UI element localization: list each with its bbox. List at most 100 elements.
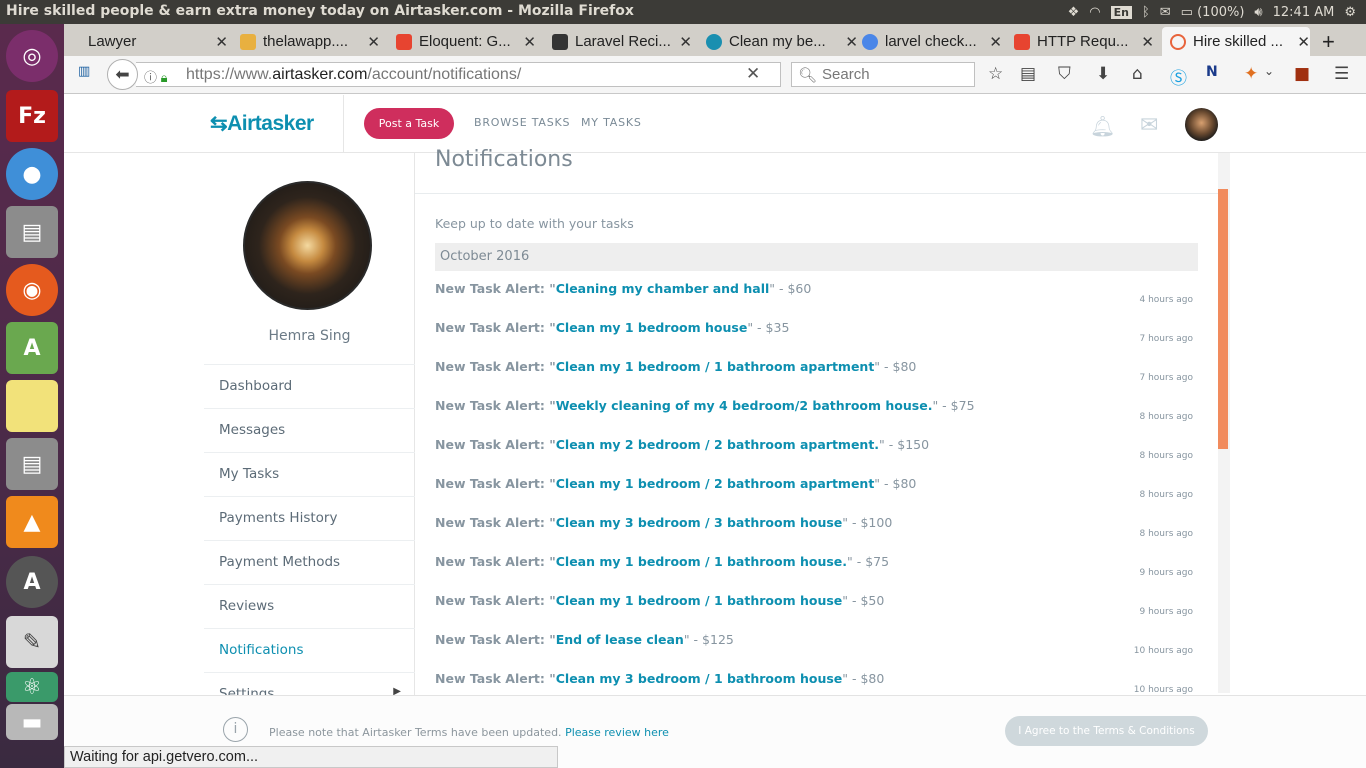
search-input[interactable]: 🔍︎ Search <box>791 62 975 87</box>
tab-hire-skilled[interactable]: Hire skilled ... ✕ <box>1162 27 1310 56</box>
task-link[interactable]: Weekly cleaning of my 4 bedroom/2 bathro… <box>556 398 933 413</box>
tab-thelawapp[interactable]: thelawapp.... ✕ <box>240 27 380 56</box>
downloads-icon[interactable]: ⬇ <box>1096 64 1110 84</box>
envelope-icon[interactable]: ✉ <box>1140 113 1158 138</box>
task-link[interactable]: Clean my 1 bedroom / 1 bathroom house. <box>556 554 847 569</box>
sidebar-item-label: Notifications <box>219 642 304 658</box>
extension-n-icon[interactable]: N <box>1206 64 1218 80</box>
site-info-icon[interactable]: ⓘ 🔒︎ <box>144 67 168 86</box>
task-link[interactable]: Clean my 1 bedroom / 1 bathroom apartmen… <box>556 359 875 374</box>
file-manager-2-icon[interactable]: ▤ <box>6 438 58 490</box>
skype-icon[interactable]: Ⓢ <box>1170 64 1187 89</box>
battery-indicator[interactable]: ▭ (100%) <box>1181 5 1245 20</box>
tab-favicon <box>240 33 256 50</box>
notification-row: New Task Alert: "Clean my 1 bedroom / 1 … <box>435 593 1198 632</box>
tab-close-icon[interactable]: ✕ <box>523 33 536 51</box>
new-tab-plus-icon[interactable]: + <box>1322 27 1342 56</box>
chromium-icon[interactable]: ● <box>6 148 58 200</box>
task-link[interactable]: End of lease clean <box>556 632 684 647</box>
file-manager-icon[interactable]: ▤ <box>6 206 58 258</box>
tab-close-icon[interactable]: ✕ <box>367 33 380 51</box>
tab-close-icon[interactable]: ✕ <box>215 33 228 51</box>
review-terms-link[interactable]: Please review here <box>565 726 669 739</box>
agree-terms-button[interactable]: I Agree to the Terms & Conditions <box>1005 716 1208 746</box>
bookmark-star-icon[interactable]: ☆ <box>988 64 1003 84</box>
tab-lawyer[interactable]: Lawyer ✕ <box>70 27 228 56</box>
text-editor-icon[interactable]: ✎ <box>6 616 58 668</box>
tab-close-icon[interactable]: ✕ <box>845 33 858 51</box>
disk-drive-icon[interactable]: ▬ <box>6 704 58 740</box>
sidebar-toolbar-icon[interactable]: ▥ <box>78 64 90 79</box>
stop-loading-icon[interactable]: ✕ <box>746 64 760 84</box>
tab-close-icon[interactable]: ✕ <box>1297 33 1310 51</box>
android-studio-icon[interactable]: A <box>6 322 58 374</box>
extension-square-icon[interactable]: ■ <box>1294 64 1310 84</box>
page-subtitle: Keep up to date with your tasks <box>435 216 634 231</box>
task-link[interactable]: Clean my 1 bedroom / 2 bathroom apartmen… <box>556 476 875 491</box>
task-link[interactable]: Clean my 2 bedroom / 2 bathroom apartmen… <box>556 437 879 452</box>
ubuntu-dash-icon[interactable]: ◎ <box>6 30 58 82</box>
tab-favicon <box>862 33 878 50</box>
notifications-panel: Notifications Keep up to date with your … <box>415 147 1218 695</box>
task-link[interactable]: Cleaning my chamber and hall <box>556 281 770 296</box>
clock[interactable]: 12:41 AM <box>1273 5 1335 20</box>
bell-icon[interactable]: 🔔︎ <box>1090 114 1115 138</box>
task-link[interactable]: Clean my 3 bedroom / 3 bathroom house <box>556 515 843 530</box>
dropbox-icon[interactable]: ❖ <box>1068 5 1080 20</box>
sidebar-item-messages[interactable]: Messages <box>204 408 415 452</box>
volume-icon[interactable]: 🔊︎ <box>1254 5 1262 20</box>
search-icon: 🔍︎ <box>798 66 818 84</box>
sticky-notes-icon[interactable] <box>6 380 58 432</box>
tab-larvel-check[interactable]: larvel check... ✕ <box>862 27 1002 56</box>
software-updater-icon[interactable]: A <box>6 556 58 608</box>
notification-prefix: New Task Alert: " <box>435 437 556 452</box>
reading-list-icon[interactable]: ▤ <box>1020 64 1036 84</box>
sidebar-item-reviews[interactable]: Reviews <box>204 584 415 628</box>
extension-fox-icon[interactable]: ✦ <box>1244 64 1258 84</box>
notification-row: New Task Alert: "End of lease clean" - $… <box>435 632 1198 671</box>
post-task-button[interactable]: Post a Task <box>364 108 454 139</box>
back-button[interactable]: ⬅ <box>107 59 138 90</box>
user-avatar[interactable] <box>1185 108 1218 141</box>
sidebar-item-my-tasks[interactable]: My Tasks <box>204 452 415 496</box>
notification-time: 9 hours ago <box>1139 568 1194 578</box>
chevron-down-icon[interactable]: ⌄ <box>1264 64 1274 78</box>
task-link[interactable]: Clean my 1 bedroom / 1 bathroom house <box>556 593 843 608</box>
vlc-icon[interactable]: ▲ <box>6 496 58 548</box>
my-tasks-link[interactable]: MY TASKS <box>581 116 642 129</box>
power-gear-icon[interactable]: ⚙ <box>1344 5 1356 20</box>
tab-close-icon[interactable]: ✕ <box>1141 33 1154 51</box>
profile-picture[interactable] <box>243 181 372 310</box>
battery-icon: ▭ <box>1180 4 1193 20</box>
tab-clean-my-bed[interactable]: Clean my be... ✕ <box>706 27 858 56</box>
mail-tray-icon[interactable]: ✉ <box>1160 5 1171 20</box>
hamburger-menu-icon[interactable]: ☰ <box>1334 64 1349 84</box>
bluetooth-icon[interactable]: ᛒ <box>1142 5 1150 20</box>
filezilla-icon[interactable]: Fz <box>6 90 58 142</box>
airtasker-logo[interactable]: ⇆Airtasker <box>210 111 314 136</box>
task-link[interactable]: Clean my 3 bedroom / 1 bathroom house <box>556 671 843 686</box>
atom-icon[interactable]: ⚛ <box>6 672 58 702</box>
notification-text: New Task Alert: "End of lease clean" - $… <box>435 632 734 647</box>
tab-http-requests[interactable]: HTTP Requ... ✕ <box>1014 27 1154 56</box>
wifi-icon[interactable]: ◠ <box>1089 5 1100 20</box>
sidebar-item-notifications[interactable]: Notifications <box>204 628 415 672</box>
tab-close-icon[interactable]: ✕ <box>989 33 1002 51</box>
page-scrollbar-thumb[interactable] <box>1218 189 1228 449</box>
firefox-icon[interactable]: ◉ <box>6 264 58 316</box>
sidebar-item-payments-history[interactable]: Payments History <box>204 496 415 540</box>
tab-close-icon[interactable]: ✕ <box>679 33 692 51</box>
unity-launcher: ◎ Fz ● ▤ ◉ A ▤ ▲ A ✎ ⚛ ▬ <box>0 24 64 768</box>
sidebar-item-payment-methods[interactable]: Payment Methods <box>204 540 415 584</box>
home-icon[interactable]: ⌂ <box>1132 64 1143 84</box>
sidebar-item-dashboard[interactable]: Dashboard <box>204 364 415 408</box>
tab-laravel-recipes[interactable]: Laravel Reci... ✕ <box>552 27 692 56</box>
sidebar-item-settings[interactable]: Settings ▶ <box>204 672 415 695</box>
notification-price: " - $50 <box>842 593 885 608</box>
tab-eloquent[interactable]: Eloquent: G... ✕ <box>396 27 536 56</box>
keyboard-layout-indicator[interactable]: En <box>1110 5 1132 19</box>
task-link[interactable]: Clean my 1 bedroom house <box>556 320 748 335</box>
browse-tasks-link[interactable]: BROWSE TASKS <box>474 116 570 129</box>
pocket-icon[interactable]: ⛉ <box>1058 64 1071 84</box>
url-bar[interactable]: ⓘ 🔒︎ https://www. airtasker.com/account/n… <box>136 62 781 87</box>
